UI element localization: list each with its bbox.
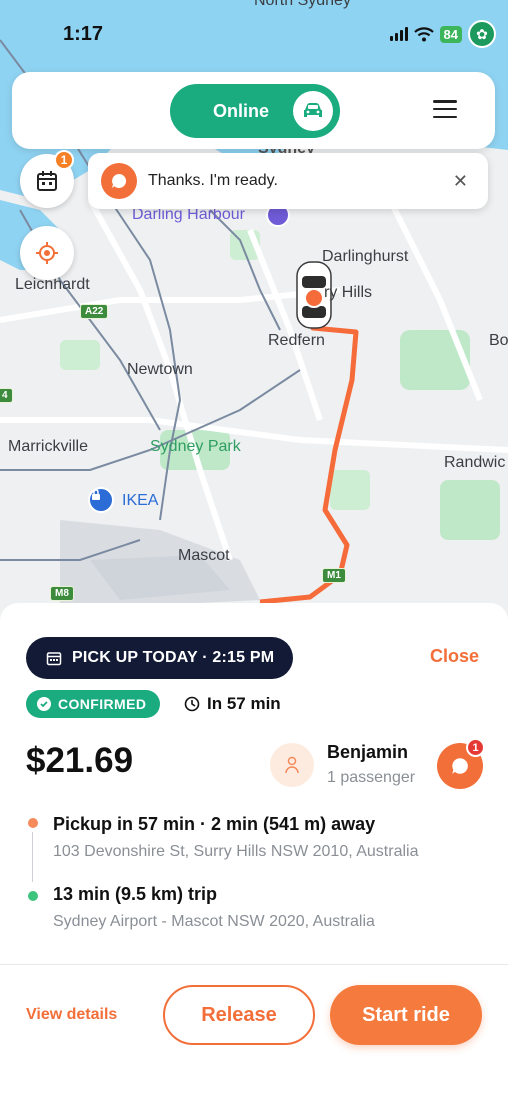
wifi-icon — [413, 26, 434, 41]
shield-m8: M8 — [50, 586, 74, 601]
map-label-randwick: Randwic — [444, 454, 506, 471]
battery-level: 84 — [439, 25, 462, 43]
shield-m1: M1 — [322, 568, 346, 583]
top-bar: Online — [12, 72, 495, 149]
trip-title: 13 min (9.5 km) trip — [53, 884, 218, 904]
status-time: 1:17 — [63, 23, 104, 45]
shield-a4: 4 — [0, 388, 13, 403]
eta-indicator: In 57 min — [184, 694, 281, 714]
chat-bubble-icon — [101, 163, 137, 199]
calendar-icon — [37, 171, 57, 191]
paw-icon: ✿ — [468, 20, 496, 48]
hamburger-menu-icon[interactable] — [433, 100, 457, 118]
map-label-bo: Bo — [489, 332, 508, 349]
check-circle-icon — [37, 697, 51, 711]
pickup-dot — [28, 818, 38, 828]
pickup-time-chip: PICK UP TODAY · 2:15 PM — [26, 637, 294, 679]
car-icon — [293, 91, 333, 131]
clock-icon — [184, 696, 200, 712]
confirmed-badge: CONFIRMED — [26, 690, 161, 718]
toast-text: Thanks. I'm ready. — [148, 172, 278, 189]
online-toggle[interactable]: Online — [170, 84, 340, 138]
release-button[interactable]: Release — [163, 985, 315, 1045]
chat-bubble-icon — [452, 758, 468, 774]
passenger-name: Benjamin — [327, 742, 409, 762]
view-details-link[interactable]: View details — [26, 1006, 117, 1024]
crosshair-icon — [36, 242, 58, 264]
ride-sheet: PICK UP TODAY · 2:15 PM Close CONFIRMED … — [0, 603, 508, 1100]
message-toast[interactable]: Thanks. I'm ready. ✕ — [88, 153, 488, 209]
pickup-chip-label: PICK UP TODAY · 2:15 PM — [72, 649, 275, 666]
locate-button[interactable] — [20, 226, 74, 280]
close-button[interactable]: Close — [430, 646, 479, 667]
passenger-avatar — [270, 743, 314, 787]
signal-icon — [389, 27, 408, 41]
passenger-count: 1 passenger — [327, 769, 416, 786]
map-label-redfern: Redfern — [268, 332, 325, 349]
status-bar: 1:17 84 ✿ — [0, 0, 508, 66]
map-label-sydney-park: Sydney Park — [150, 438, 241, 455]
map-label-darlinghurst: Darlinghurst — [322, 248, 409, 265]
fare-price: $21.69 — [26, 741, 134, 780]
route-connector — [32, 832, 33, 882]
divider — [0, 964, 508, 965]
chat-badge: 1 — [466, 738, 485, 757]
map-label-marrickville: Marrickville — [8, 438, 88, 455]
map-label-ikea: IKEA — [122, 492, 159, 509]
pickup-title: Pickup in 57 min · 2 min (541 m) away — [53, 814, 376, 834]
eta-text: In 57 min — [207, 694, 281, 713]
map-label-surry-hills: ry Hills — [324, 284, 372, 301]
shield-a22: A22 — [80, 304, 109, 319]
trip-address: Sydney Airport - Mascot NSW 2020, Austra… — [53, 913, 375, 930]
close-icon[interactable]: ✕ — [453, 171, 468, 192]
start-ride-button[interactable]: Start ride — [330, 985, 482, 1045]
calendar-badge: 1 — [54, 150, 74, 170]
calendar-icon — [46, 652, 62, 666]
map-label-newtown: Newtown — [127, 361, 193, 378]
online-label: Online — [213, 100, 270, 121]
ikea-pin-icon — [88, 487, 114, 513]
pickup-address: 103 Devonshire St, Surry Hills NSW 2010,… — [53, 843, 419, 860]
dropoff-dot — [28, 891, 38, 901]
map-label-mascot: Mascot — [178, 547, 230, 564]
person-icon — [285, 756, 299, 774]
confirmed-label: CONFIRMED — [58, 696, 147, 712]
